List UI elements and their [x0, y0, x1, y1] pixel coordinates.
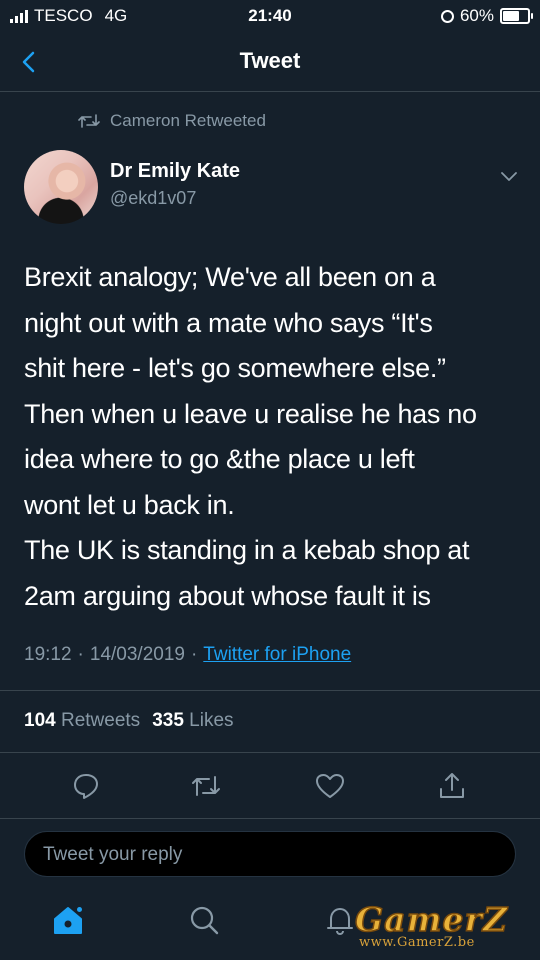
reply-bar: Tweet your reply: [0, 818, 540, 890]
tweet-line: Then when u leave u realise he has no: [24, 398, 477, 429]
likes-label: Likes: [189, 710, 234, 731]
reply-input[interactable]: Tweet your reply: [24, 831, 516, 877]
tweet-text: Brexit analogy; We've all been on a nigh…: [24, 255, 524, 619]
meta-separator: ·: [77, 644, 84, 665]
nav-bar: Tweet: [0, 34, 540, 92]
avatar[interactable]: [24, 150, 98, 224]
tweet-date: 14/03/2019: [89, 644, 185, 665]
tweet-line: shit here - let's go somewhere else.”: [24, 353, 446, 383]
tweet-line: 2am arguing about whose fault it is: [24, 580, 431, 611]
bell-icon[interactable]: [322, 902, 358, 938]
tweet-line: night out with a mate who says “It's: [24, 307, 433, 338]
status-right: 60%: [440, 6, 533, 26]
watermark-logo: GamerZ: [354, 899, 508, 940]
retweet-icon: [78, 114, 100, 128]
tweet-actions: [0, 768, 540, 810]
author-handle[interactable]: @ekd1v07: [110, 188, 196, 209]
search-icon[interactable]: [186, 902, 222, 938]
watermark: GamerZ www.GamerZ.be: [354, 899, 535, 960]
battery-fill: [503, 11, 519, 21]
retweet-icon[interactable]: [190, 770, 222, 802]
retweets-stat[interactable]: 104 Retweets: [24, 710, 140, 732]
status-bar: TESCO 4G 21:40 60%: [0, 0, 540, 34]
divider: [0, 752, 540, 753]
retweeted-label: Cameron Retweeted: [110, 111, 266, 130]
likes-count: 335: [152, 710, 184, 731]
tweet-line: idea where to go &the place u left: [24, 444, 415, 474]
retweets-count: 104: [24, 710, 56, 731]
retweets-label: Retweets: [60, 710, 141, 731]
likes-stat[interactable]: 335 Likes: [152, 710, 233, 732]
divider: [0, 690, 540, 691]
tweet-line: wont let u back in.: [24, 489, 235, 520]
share-icon[interactable]: [436, 770, 468, 802]
tweet-line: The UK is standing in a kebab shop at: [24, 535, 470, 565]
meta-separator: ·: [190, 644, 198, 665]
rotation-lock-icon: [440, 9, 454, 23]
tweet-source-link[interactable]: Twitter for iPhone: [203, 644, 351, 666]
tweet-line: Brexit analogy; We've all been on a: [24, 262, 436, 292]
heart-icon[interactable]: [314, 770, 346, 802]
retweeted-by[interactable]: Cameron Retweeted: [78, 111, 266, 131]
page-title: Tweet: [239, 48, 301, 73]
chevron-down-icon[interactable]: [498, 165, 520, 187]
battery-icon: [500, 8, 533, 24]
author-name[interactable]: Dr Emily Kate: [110, 160, 240, 183]
tweet-time: 19:12: [24, 644, 72, 665]
battery-percent: 60%: [459, 6, 494, 25]
comment-icon[interactable]: [70, 770, 102, 802]
tweet-stats: 104 Retweets 335 Likes: [24, 710, 234, 732]
watermark-url: www.GamerZ.be: [359, 935, 475, 950]
tweet-meta: 19:12 · 14/03/2019 · Twitter for iPhone: [24, 644, 351, 666]
unread-dot: [77, 907, 82, 912]
